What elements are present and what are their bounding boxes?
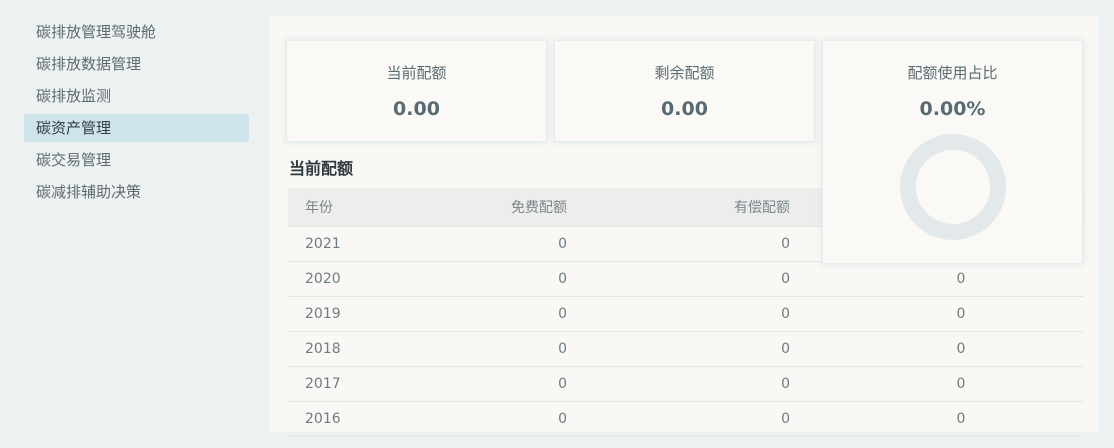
quota-usage-card: 配额使用占比 0.00%	[822, 40, 1083, 264]
sidebar-item-carbon-cockpit[interactable]: 碳排放管理驾驶舱	[24, 18, 249, 46]
cell-year: 2019	[288, 296, 406, 332]
sidebar-item-carbon-monitor[interactable]: 碳排放监测	[24, 82, 249, 110]
current-quota-card: 当前配额 0.00	[286, 40, 547, 142]
sidebar-item-carbon-reduction[interactable]: 碳减排辅助决策	[24, 178, 249, 206]
cell-paid-quota: 0	[574, 366, 838, 402]
current-quota-value: 0.00	[393, 98, 440, 120]
cell-paid-quota: 0	[574, 401, 838, 437]
quota-usage-value: 0.00%	[919, 98, 986, 120]
cell-free-quota: 0	[406, 366, 574, 402]
quota-usage-label: 配额使用占比	[907, 64, 998, 82]
cell-paid-quota: 0	[574, 296, 838, 332]
cell-free-quota: 0	[406, 331, 574, 367]
quota-usage-donut-chart	[899, 134, 1006, 240]
cell-free-quota: 0	[406, 261, 574, 297]
header-free-quota: 免费配额	[406, 188, 574, 227]
sidebar-item-carbon-assets[interactable]: 碳资产管理	[24, 114, 249, 142]
cell-year: 2021	[288, 226, 406, 262]
cell-paid-quota: 0	[574, 261, 838, 297]
sidebar-item-carbon-data[interactable]: 碳排放数据管理	[24, 50, 249, 78]
cell-year: 2020	[288, 261, 406, 297]
sidebar-nav: 碳排放管理驾驶舱 碳排放数据管理 碳排放监测 碳资产管理 碳交易管理 碳减排辅助…	[24, 18, 249, 210]
header-year: 年份	[288, 188, 406, 227]
cell-paid-quota: 0	[574, 226, 838, 262]
table-row: 2018 0 0 0	[288, 331, 1084, 367]
cell-paid-quota: 0	[574, 331, 838, 367]
table-row: 2016 0 0 0	[288, 401, 1084, 437]
cell-year: 2018	[288, 331, 406, 367]
main-panel: 当前配额 0.00 剩余配额 0.00 配额使用占比 0.00% 当前配额 年份…	[270, 16, 1098, 437]
cell-free-quota: 0	[406, 226, 574, 262]
donut-track	[899, 134, 1006, 240]
cell-year: 2016	[288, 401, 406, 437]
remaining-quota-label: 剩余配额	[654, 64, 715, 82]
table-row: 2020 0 0 0	[288, 261, 1084, 297]
remaining-quota-value: 0.00	[661, 98, 708, 120]
cell-col4: 0	[838, 331, 1084, 367]
cell-col4: 0	[838, 366, 1084, 402]
cell-free-quota: 0	[406, 296, 574, 332]
cell-col4: 0	[838, 261, 1084, 297]
cell-col4: 0	[838, 401, 1084, 437]
quota-table-title: 当前配额	[289, 159, 354, 178]
cell-free-quota: 0	[406, 401, 574, 437]
cell-year: 2017	[288, 366, 406, 402]
current-quota-label: 当前配额	[386, 64, 447, 82]
cell-col4: 0	[838, 296, 1084, 332]
table-row: 2019 0 0 0	[288, 296, 1084, 332]
sidebar-item-carbon-trading[interactable]: 碳交易管理	[24, 146, 249, 174]
remaining-quota-card: 剩余配额 0.00	[554, 40, 815, 142]
header-paid-quota: 有偿配额	[574, 188, 838, 227]
table-row: 2017 0 0 0	[288, 366, 1084, 402]
